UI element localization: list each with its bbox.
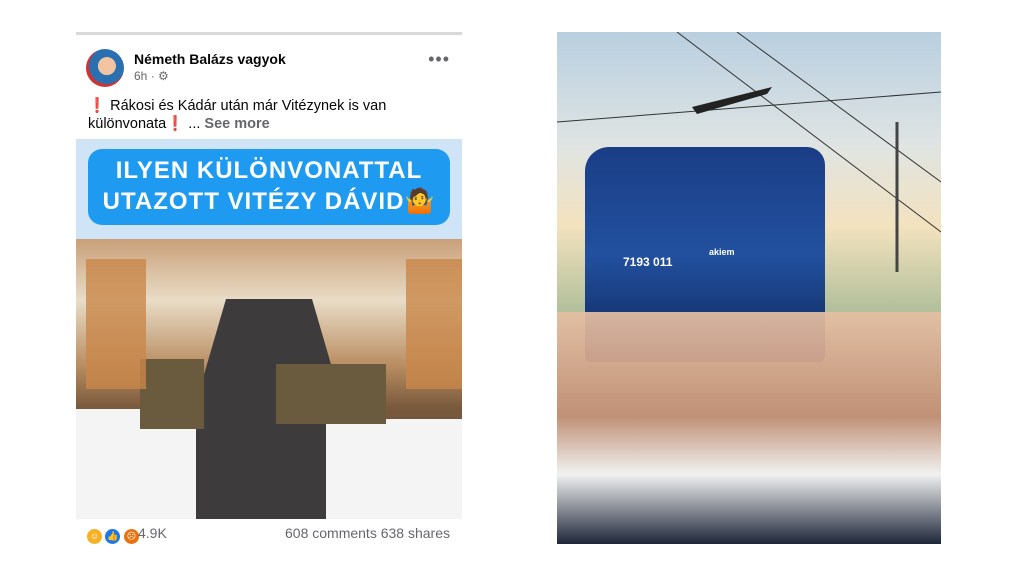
haha-icon: ☺: [86, 528, 103, 545]
post-meta: 6h · ⚙: [134, 69, 169, 83]
chair-left: [140, 359, 204, 429]
table-right: [326, 419, 462, 519]
gear-icon: ⚙: [158, 69, 169, 83]
shares-count[interactable]: 638 shares: [381, 525, 450, 541]
facebook-post: Németh Balázs vagyok 6h · ⚙ ••• ❗ Rákosi…: [76, 32, 462, 547]
post-footer: ☺ 👍 ☹ 4.9K 608 comments 638 shares: [76, 523, 462, 545]
more-options-icon[interactable]: •••: [428, 49, 450, 70]
avatar[interactable]: [86, 49, 124, 87]
dining-car-illustration: [76, 259, 462, 519]
curtain-left: [86, 259, 146, 389]
separator: ·: [150, 69, 159, 83]
see-more-link[interactable]: See more: [204, 116, 269, 132]
reaction-count[interactable]: 4.9K: [138, 525, 167, 541]
banner-line-2-text: UTAZOTT VITÉZY DÁVID: [102, 188, 405, 215]
pantograph: [692, 87, 772, 114]
loco-number: 7193 011: [623, 255, 673, 269]
comments-count[interactable]: 608 comments: [285, 525, 377, 541]
exclamation-icon: ❗: [166, 116, 185, 132]
curtain-right: [406, 259, 462, 389]
like-icon: 👍: [104, 528, 122, 545]
post-time[interactable]: 6h: [134, 69, 147, 83]
dining-car-photo: [76, 239, 462, 519]
banner-line-1: ILYEN KÜLÖNVONATTAL: [115, 157, 423, 184]
ellipsis: ...: [188, 116, 201, 132]
exclamation-icon: ❗: [88, 98, 107, 114]
author-name[interactable]: Németh Balázs vagyok: [134, 51, 286, 67]
post-text: ❗ Rákosi és Kádár után már Vitézynek is …: [88, 97, 448, 133]
post-header: Németh Balázs vagyok 6h · ⚙ •••: [76, 47, 462, 87]
chair-right: [276, 364, 386, 424]
shrug-emoji: 🤷: [404, 188, 436, 215]
loco-brand: akiem: [709, 247, 735, 257]
reaction-icons[interactable]: ☺ 👍 ☹: [86, 526, 140, 545]
engagement-counts: 608 comments 638 shares: [285, 525, 450, 541]
post-image[interactable]: ILYEN KÜLÖNVONATTAL UTAZOTT VITÉZY DÁVID…: [76, 139, 462, 519]
image-banner: ILYEN KÜLÖNVONATTAL UTAZOTT VITÉZY DÁVID…: [88, 149, 450, 225]
people-group: [557, 312, 941, 544]
banner-line-2: UTAZOTT VITÉZY DÁVID🤷: [88, 186, 450, 217]
locomotive-selfie-photo: 7193 011 akiem: [557, 32, 941, 544]
